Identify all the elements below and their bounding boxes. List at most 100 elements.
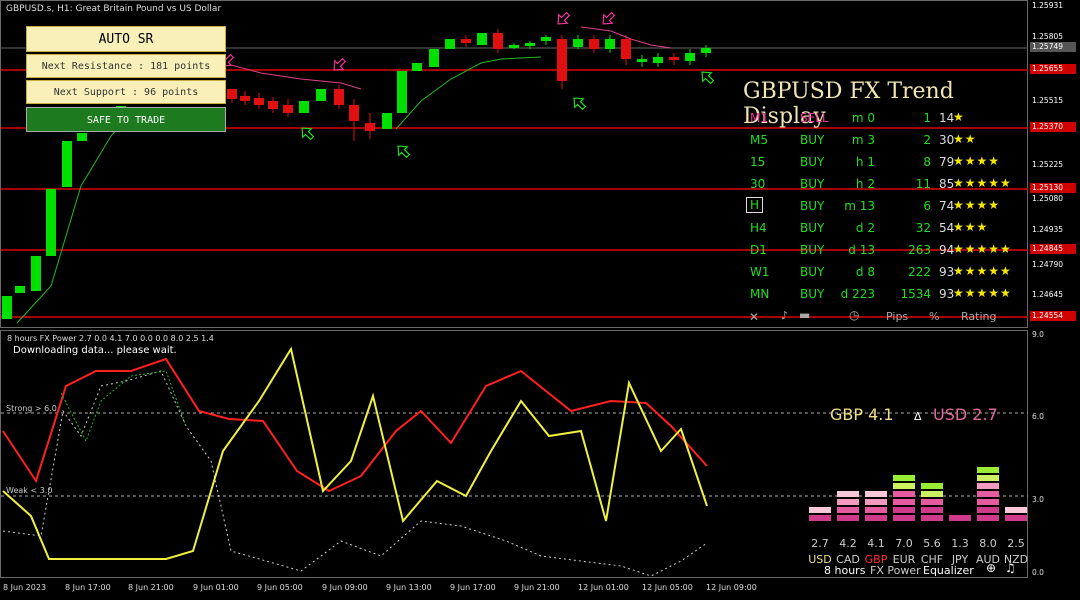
candle-body <box>412 63 422 71</box>
trend-pips: 1 <box>923 111 931 125</box>
usd-dotted-line <box>2 370 708 577</box>
trend-percent: 94 <box>939 243 955 257</box>
time-label: 9 Jun 21:00 <box>514 583 560 592</box>
candle-body <box>685 53 695 61</box>
candle-body <box>31 256 41 291</box>
equalizer-bar-segment <box>837 515 859 521</box>
equalizer-bar-segment <box>977 491 999 497</box>
fx-power-pane[interactable]: 8 hours FX Power 2.7 0.0 4.1 7.0 0.0 0.0… <box>0 330 1028 578</box>
candle-body <box>653 57 663 63</box>
candle-body <box>557 39 567 81</box>
safe-to-trade-status: SAFE TO TRADE <box>26 107 226 132</box>
equalizer-value: 1.3 <box>951 537 969 550</box>
candle-body <box>283 105 293 113</box>
equalizer-value: 5.6 <box>923 537 941 550</box>
close-icon: ✕ <box>749 310 760 324</box>
equalizer-bar-segment <box>893 491 915 497</box>
power-period-label: 8 hours <box>824 564 866 577</box>
price-label: 1.25515 <box>1032 96 1064 105</box>
auto-sr-title: AUTO SR <box>26 26 226 52</box>
music-note-icon[interactable]: ♫ <box>1005 561 1016 575</box>
candle-body <box>227 89 237 99</box>
equalizer-bar-segment <box>921 507 943 513</box>
equalizer-label: Equalizer <box>923 564 974 577</box>
main-chart-pane[interactable]: GBPUSD.s, H1: Great Britain Pound vs US … <box>0 0 1028 328</box>
trend-percent: 74 <box>939 199 955 213</box>
usd-strength-label: USD 2.7 <box>933 405 998 424</box>
candle-body <box>349 105 359 121</box>
equalizer-bar-segment <box>1005 507 1027 513</box>
trend-timeframe: H <box>746 197 764 213</box>
price-label: 1.24935 <box>1032 225 1064 234</box>
trend-rating: ★★★★ <box>953 154 1001 168</box>
trend-percent: 85 <box>939 177 955 191</box>
trend-age: 13 d <box>848 243 875 257</box>
equalizer-bar-segment <box>809 515 831 521</box>
sell-arrow-icon <box>333 57 347 71</box>
equalizer-bar-segment <box>949 515 971 521</box>
power-header: 8 hours FX Power 2.7 0.0 4.1 7.0 0.0 0.0… <box>7 334 214 343</box>
candle-body <box>365 123 375 131</box>
candle-body <box>397 71 407 113</box>
candle-body <box>637 59 647 62</box>
trend-age: 0 m <box>851 111 875 125</box>
equalizer-bar-segment <box>921 483 943 489</box>
equalizer-bar-segment <box>865 515 887 521</box>
delta-icon: Δ <box>914 410 922 423</box>
trend-rating: ★★★ <box>953 220 989 234</box>
equalizer-bar-segment <box>893 515 915 521</box>
trend-rating: ★★★★★ <box>953 176 1012 190</box>
trend-signal: BUY <box>800 199 825 213</box>
time-label: 9 Jun 09:00 <box>322 583 368 592</box>
candle-body <box>493 33 503 49</box>
download-status: Downloading data... please wait. <box>13 345 177 356</box>
trend-signal: BUY <box>800 287 825 301</box>
candle-body <box>701 48 711 53</box>
price-label: 1.25931 <box>1032 1 1064 10</box>
time-label: 12 Jun 01:00 <box>578 583 629 592</box>
trend-signal: BUY <box>800 221 825 235</box>
price-label: 1.25225 <box>1032 160 1064 169</box>
candle-body <box>509 45 519 48</box>
price-label: 1.25370 <box>1030 122 1076 132</box>
crosshair-icon[interactable]: ⊕ <box>986 561 996 575</box>
equalizer-bar-segment <box>977 507 999 513</box>
trend-pips: 11 <box>915 177 931 191</box>
price-label: 1.25749 <box>1030 42 1076 52</box>
candle-body <box>268 101 278 109</box>
percent-header: % <box>929 310 940 323</box>
equalizer-bar-segment <box>865 499 887 505</box>
trend-timeframe: MN <box>750 287 770 301</box>
price-label: 1.25805 <box>1032 32 1064 41</box>
time-label: 12 Jun 09:00 <box>706 583 757 592</box>
time-label: 9 Jun 13:00 <box>386 583 432 592</box>
trend-percent: 14 <box>939 111 955 125</box>
gbp-yellow-line <box>2 346 708 560</box>
power-name-label: FX Power <box>870 564 921 577</box>
equalizer-bar-segment <box>977 515 999 521</box>
trend-signal: SELL <box>800 111 829 125</box>
equalizer-value: 4.1 <box>867 537 885 550</box>
trend-timeframe: 30 <box>750 177 766 191</box>
time-label: 8 Jun 17:00 <box>65 583 111 592</box>
equalizer-value: 2.5 <box>1007 537 1025 550</box>
equalizer-bar-segment <box>837 507 859 513</box>
power-axis-label: 9.0 <box>1032 330 1044 339</box>
trend-percent: 93 <box>939 287 955 301</box>
next-support-label: Next Support : 96 points <box>26 80 226 104</box>
equalizer-bar-segment <box>921 499 943 505</box>
trend-signal: BUY <box>800 265 825 279</box>
trend-age: 1 h <box>855 155 875 169</box>
trend-timeframe: M5 <box>750 133 768 147</box>
next-resistance-label: Next Resistance : 181 points <box>26 54 226 78</box>
buy-arrow-icon <box>397 145 411 159</box>
trend-pips: 32 <box>915 221 931 235</box>
equalizer-value: 4.2 <box>839 537 857 550</box>
equalizer-bar-segment <box>865 491 887 497</box>
time-label: 9 Jun 05:00 <box>257 583 303 592</box>
trend-rating: ★★★★★ <box>953 286 1012 300</box>
price-label: 1.24645 <box>1032 290 1064 299</box>
equalizer-bar-segment <box>893 483 915 489</box>
equalizer-bar-segment <box>893 475 915 481</box>
trend-percent: 54 <box>939 221 955 235</box>
